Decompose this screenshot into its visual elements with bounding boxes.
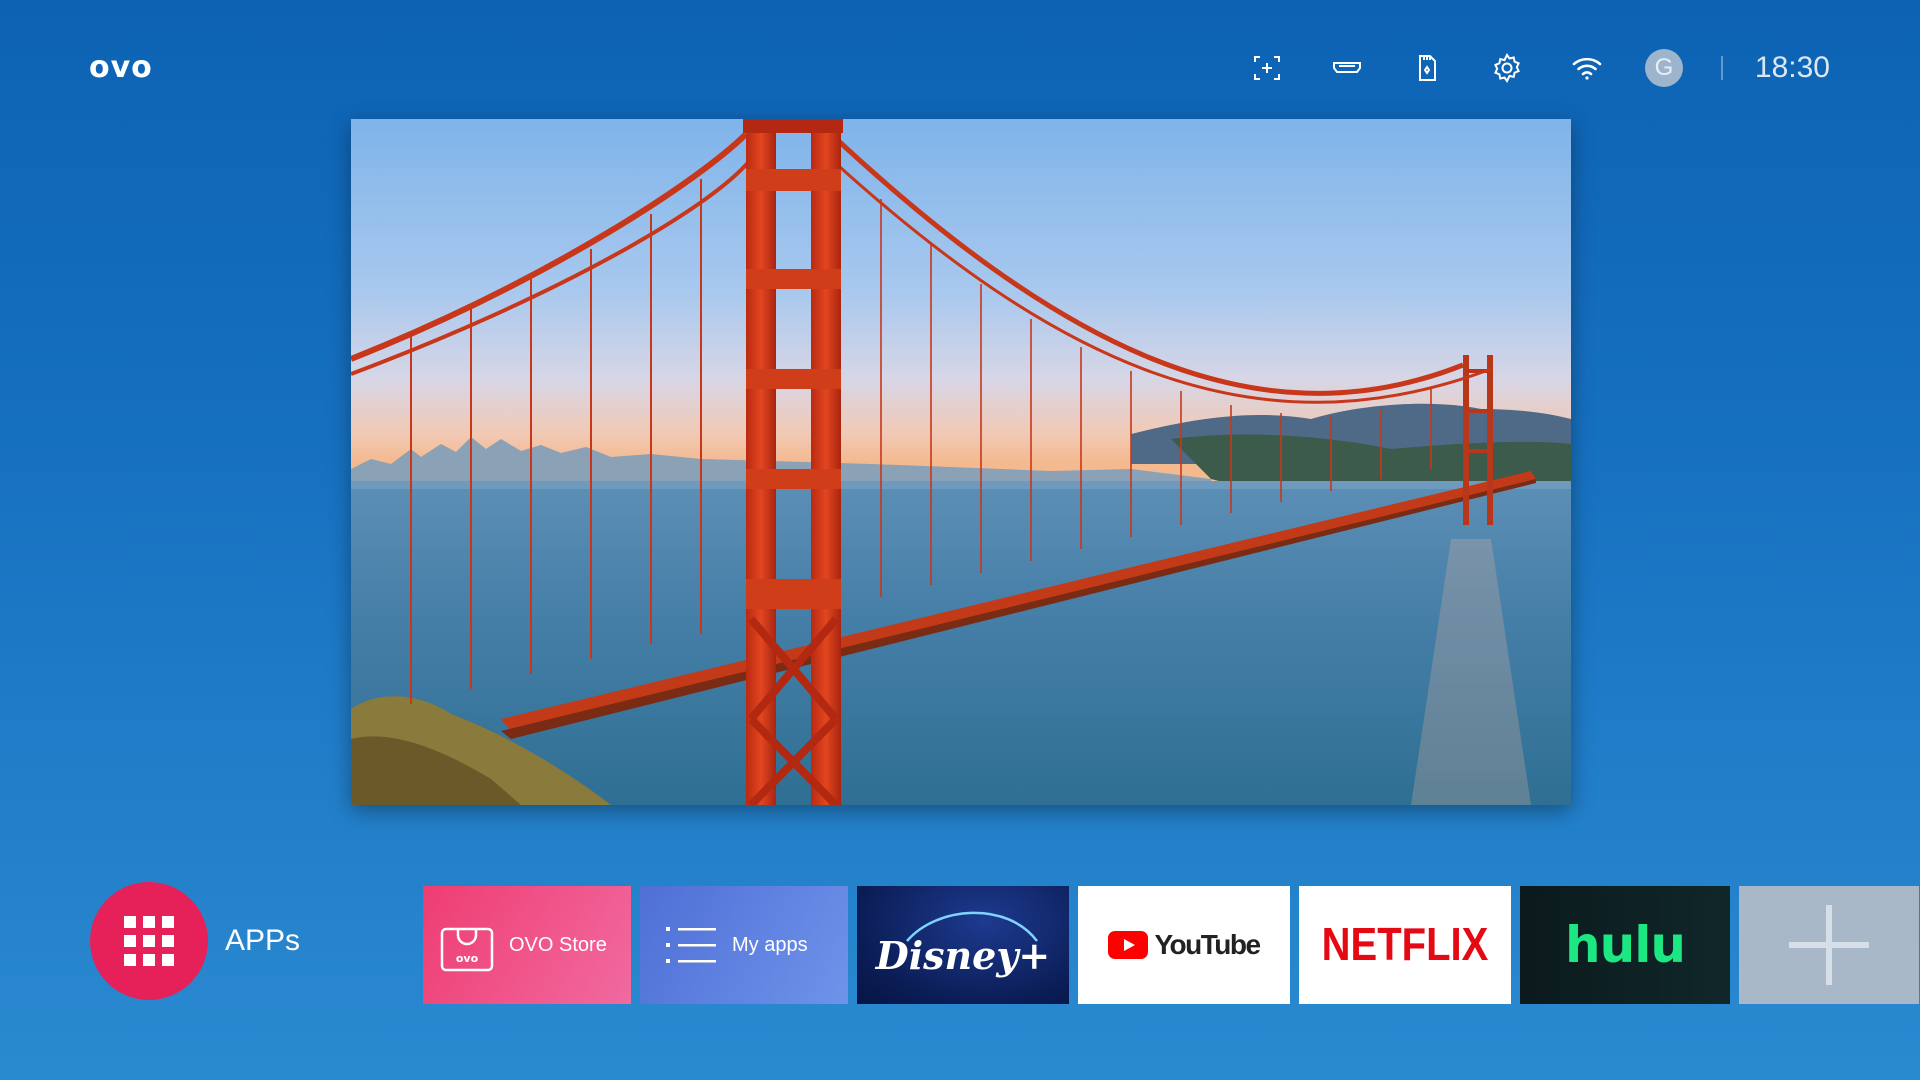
tile-hulu[interactable]: hulu: [1520, 886, 1730, 1004]
tile-label: YouTube: [1154, 929, 1261, 960]
tile-label: NETFLIX: [1321, 919, 1489, 970]
tile-label: My apps: [732, 933, 808, 956]
tile-label: OVO Store: [509, 933, 607, 956]
golden-gate-bridge-image: [351, 119, 1571, 805]
hero-image[interactable]: [351, 119, 1571, 805]
tile-label: hulu: [1565, 916, 1686, 974]
apps-label: APPs: [225, 924, 301, 957]
grid-icon: [90, 882, 208, 1000]
hdmi-icon[interactable]: [1325, 46, 1369, 90]
tile-youtube[interactable]: YouTube: [1078, 886, 1290, 1004]
tile-add-app[interactable]: [1739, 886, 1919, 1004]
svg-text:ovo: ovo: [456, 952, 479, 965]
shopping-bag-icon: ovo: [440, 927, 494, 972]
avatar[interactable]: G: [1644, 49, 1683, 87]
clock: 18:30: [1754, 51, 1830, 84]
youtube-play-icon: [1108, 931, 1149, 959]
tile-my-apps[interactable]: My apps: [640, 886, 848, 1004]
ovo-logo: ovo: [89, 50, 153, 85]
wifi-icon[interactable]: [1565, 46, 1609, 90]
list-icon: [666, 927, 716, 963]
screen-add-icon[interactable]: [1245, 46, 1289, 90]
gear-icon[interactable]: [1485, 46, 1529, 90]
tile-ovo-store[interactable]: ovo OVO Store: [423, 886, 631, 1004]
plus-icon: [1789, 905, 1869, 985]
tile-disney-plus[interactable]: Disney+: [857, 886, 1069, 1004]
apps-launcher[interactable]: APPs: [90, 882, 300, 1000]
divider: [1720, 56, 1723, 80]
storage-icon[interactable]: [1405, 46, 1449, 90]
app-tile-row: ovo OVO Store My apps Disney+ YouTube NE…: [423, 886, 1919, 1004]
tile-netflix[interactable]: NETFLIX: [1299, 886, 1511, 1004]
status-bar: G 18:30: [1209, 46, 1830, 90]
tile-label: Disney+: [875, 932, 1051, 978]
